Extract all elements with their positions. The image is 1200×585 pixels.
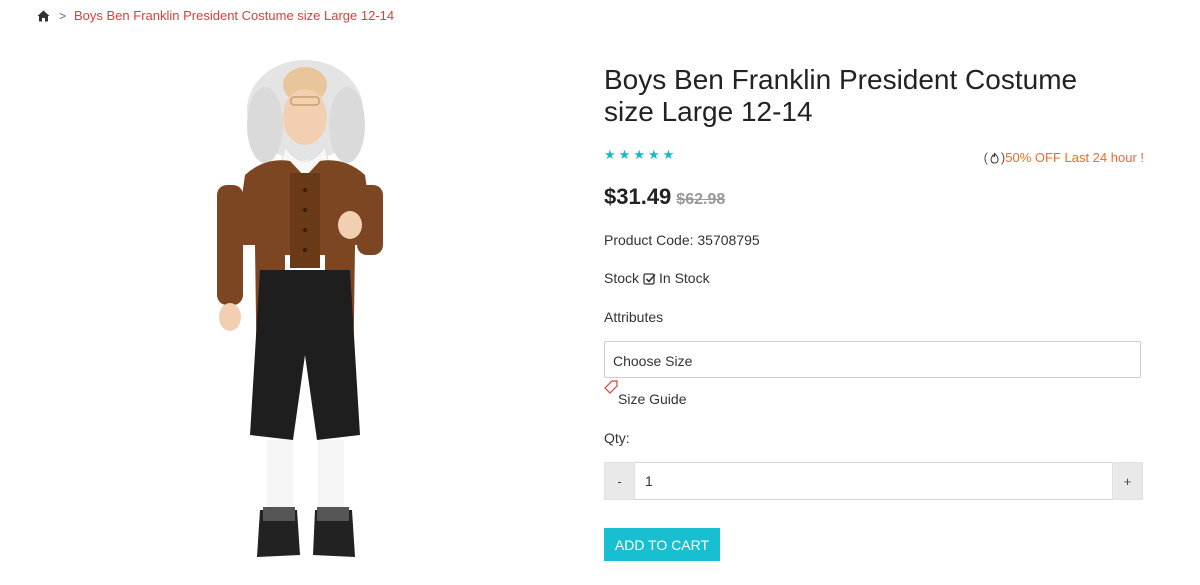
rating-row: ★ ★ ★ ★ ★ ( ) 50% OFF Last 24 hour ! <box>604 148 1144 166</box>
star-icon: ★ <box>647 147 660 162</box>
checkbox-check-icon <box>643 272 656 285</box>
breadcrumb-current[interactable]: Boys Ben Franklin President Costume size… <box>74 8 394 23</box>
size-guide-label: Size Guide <box>618 391 687 407</box>
qty-decrease-button[interactable]: - <box>604 462 635 500</box>
size-select[interactable]: Choose Size <box>604 341 1141 378</box>
promo-text: 50% OFF Last 24 hour ! <box>1005 150 1144 165</box>
breadcrumb-separator: > <box>59 8 67 23</box>
add-to-cart-button[interactable]: ADD TO CART <box>604 528 720 561</box>
qty-increase-button[interactable]: + <box>1112 462 1143 500</box>
stock-status: Stock In Stock <box>604 270 710 286</box>
star-icon: ★ <box>604 147 616 162</box>
star-icon: ★ <box>618 147 631 162</box>
original-price: $62.98 <box>676 191 726 208</box>
rating-stars[interactable]: ★ ★ ★ ★ ★ <box>604 148 674 162</box>
tag-icon <box>604 380 618 394</box>
breadcrumb: > Boys Ben Franklin President Costume si… <box>37 8 394 23</box>
stock-value: In Stock <box>659 270 710 286</box>
home-icon[interactable] <box>37 10 50 22</box>
price-row: $31.49 $62.98 <box>604 184 725 210</box>
promo-badge: ( ) 50% OFF Last 24 hour ! <box>983 150 1144 165</box>
product-image <box>217 60 383 557</box>
attributes-label: Attributes <box>604 309 664 325</box>
product-code-value: 35708795 <box>697 232 760 248</box>
qty-label: Qty: <box>604 430 630 446</box>
current-price: $31.49 <box>604 184 672 209</box>
product-code-label: Product Code: <box>604 232 694 248</box>
qty-input[interactable] <box>635 462 1112 500</box>
star-icon: ★ <box>633 147 645 162</box>
stock-label: Stock <box>604 270 640 286</box>
quantity-stepper: - + <box>604 462 1143 500</box>
product-details: Boys Ben Franklin President Costume size… <box>604 64 1144 561</box>
product-title: Boys Ben Franklin President Costume size… <box>604 64 1078 127</box>
star-icon: ★ <box>662 147 675 162</box>
product-code: Product Code: 35708795 <box>604 232 760 248</box>
fire-icon <box>990 152 999 164</box>
